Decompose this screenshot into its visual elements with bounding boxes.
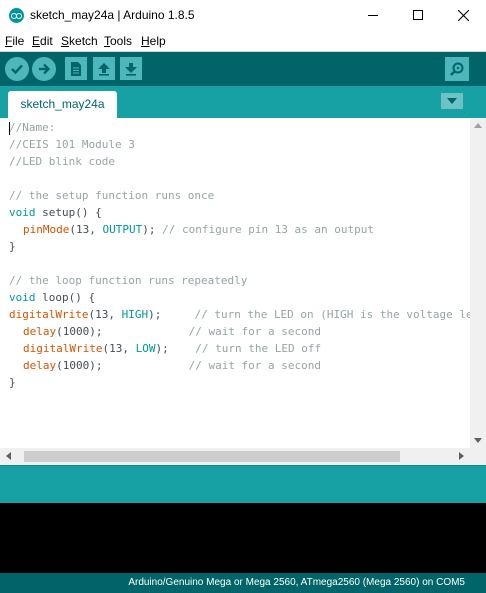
vertical-scrollbar[interactable] <box>470 118 486 448</box>
window-title: sketch_may24a | Arduino 1.8.5 <box>30 8 195 22</box>
code-line: } <box>9 240 16 253</box>
scroll-left-icon[interactable] <box>6 452 11 460</box>
menu-bar: File Edit Sketch Tools Help <box>0 30 486 52</box>
verify-icon <box>11 64 23 75</box>
scroll-corner <box>470 448 486 465</box>
maximize-button[interactable] <box>395 0 441 30</box>
code-line: } <box>9 376 16 389</box>
menu-edit[interactable]: Edit <box>32 34 53 48</box>
upload-button[interactable] <box>32 57 56 81</box>
board-port-label: Arduino/Genuino Mega or Mega 2560, ATmeg… <box>128 577 465 588</box>
upload-icon <box>39 63 51 75</box>
minimize-icon <box>368 14 378 16</box>
code-line: // the loop function runs repeatedly <box>9 274 248 287</box>
horizontal-scrollbar[interactable] <box>0 448 470 465</box>
tab-menu-dropdown-icon[interactable] <box>441 93 463 109</box>
arduino-logo-icon <box>9 8 24 23</box>
code-line: //CEIS 101 Module 3 <box>9 138 135 151</box>
scroll-right-icon[interactable] <box>459 452 464 460</box>
tab-bar: sketch_may24a <box>0 86 486 118</box>
code-line: void setup() { <box>9 206 102 219</box>
code-line: digitalWrite(13, HIGH); // turn the LED … <box>9 308 470 321</box>
open-icon <box>98 62 110 76</box>
serial-monitor-button[interactable] <box>445 57 469 81</box>
code-line: delay(1000); // wait for a second <box>23 359 322 372</box>
code-editor[interactable]: //Name: //CEIS 101 Module 3 //LED blink … <box>0 118 470 448</box>
new-button[interactable] <box>65 57 87 80</box>
save-button[interactable] <box>120 57 142 80</box>
code-line: delay(1000); // wait for a second <box>23 325 322 338</box>
code-line: pinMode(13, OUTPUT); // configure pin 13… <box>23 223 375 236</box>
save-icon <box>125 62 137 76</box>
close-button[interactable] <box>440 0 486 30</box>
new-icon <box>71 61 81 76</box>
maximize-icon <box>413 10 423 20</box>
close-icon <box>457 9 469 21</box>
console-output[interactable] <box>0 503 486 573</box>
code-line: //Name: <box>9 121 56 134</box>
title-bar: sketch_may24a | Arduino 1.8.5 <box>0 0 486 30</box>
code-line: void loop() { <box>9 291 96 304</box>
menu-sketch[interactable]: Sketch <box>61 34 98 48</box>
menu-help[interactable]: Help <box>141 34 166 48</box>
scroll-up-icon[interactable] <box>474 123 482 128</box>
scroll-down-icon[interactable] <box>474 438 482 443</box>
menu-tools[interactable]: Tools <box>104 34 132 48</box>
tab-sketch[interactable]: sketch_may24a <box>8 91 117 118</box>
toolbar <box>0 52 486 86</box>
menu-file[interactable]: File <box>5 34 24 48</box>
code-line: //LED blink code <box>9 155 115 168</box>
minimize-button[interactable] <box>350 0 396 30</box>
board-info-bar: Arduino/Genuino Mega or Mega 2560, ATmeg… <box>0 573 486 593</box>
horizontal-scroll-thumb[interactable] <box>24 451 400 462</box>
code-line: digitalWrite(13, LOW); // turn the LED o… <box>23 342 322 355</box>
serial-monitor-icon <box>450 62 464 76</box>
code-line: // the setup function runs once <box>9 189 215 202</box>
open-button[interactable] <box>93 57 115 80</box>
status-bar <box>0 465 486 503</box>
verify-button[interactable] <box>5 57 29 81</box>
